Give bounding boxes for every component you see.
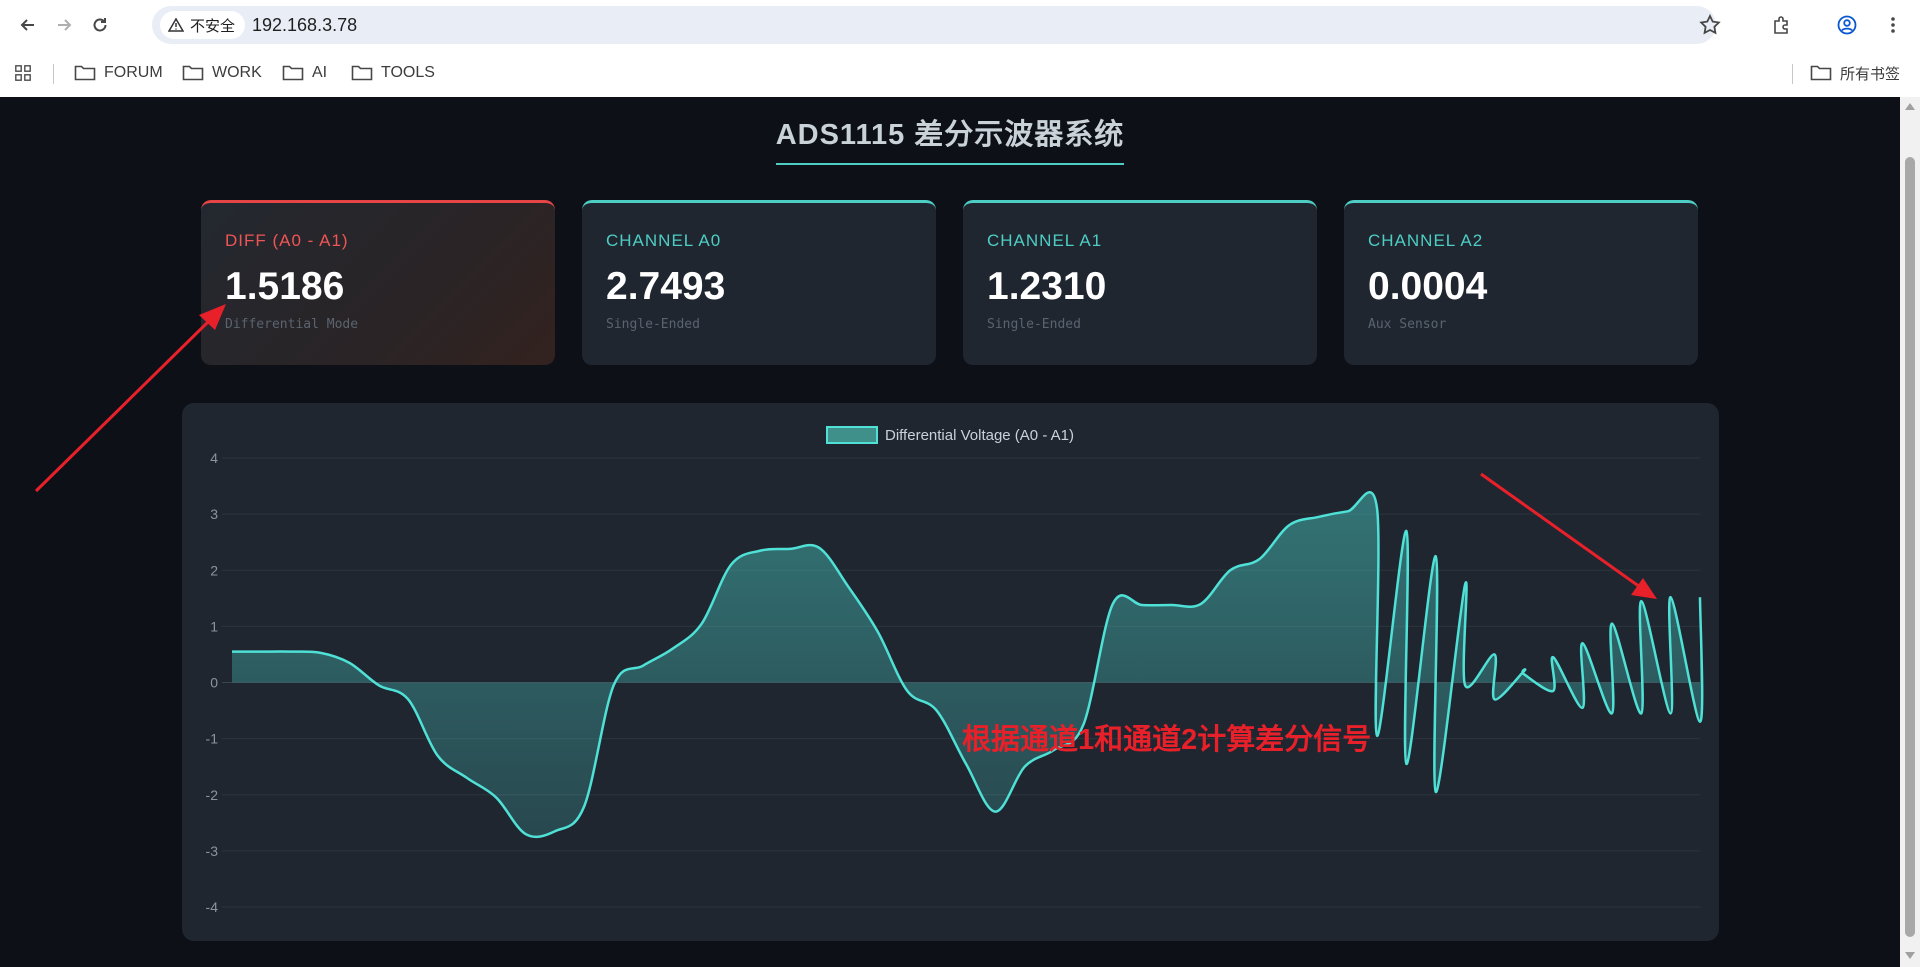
card-label: CHANNEL A0 [606, 231, 722, 250]
scroll-thumb[interactable] [1905, 157, 1915, 937]
more-vertical-icon [1891, 17, 1895, 33]
bookmark-folder-forum[interactable]: FORUM [74, 60, 163, 86]
bookmark-divider [1792, 64, 1793, 84]
legend-swatch [826, 426, 878, 444]
bookmarks-bar: FORUM WORK AI TOOLS 所有书签 [0, 52, 1920, 94]
card-subtitle: Differential Mode [225, 317, 359, 332]
security-label: 不安全 [190, 17, 236, 35]
bookmark-folder-ai[interactable]: AI [282, 60, 327, 86]
menu-button[interactable] [1878, 10, 1908, 40]
all-bookmarks-label: 所有书签 [1840, 65, 1901, 83]
browser-chrome: 不安全 192.168.3.78 FORUM WORK AI TOOLS 所有书… [0, 0, 1920, 97]
reload-button[interactable] [85, 10, 115, 40]
browser-toolbar: 不安全 192.168.3.78 [0, 0, 1920, 50]
y-tick-label: -4 [206, 899, 219, 915]
legend-label: Differential Voltage (A0 - A1) [885, 427, 1074, 444]
bookmark-folder-tools[interactable]: TOOLS [351, 60, 435, 86]
series-line [231, 491, 1704, 839]
card-label: CHANNEL A1 [987, 231, 1103, 250]
card-value: 1.2310 [987, 265, 1107, 308]
y-tick-label: -3 [206, 843, 219, 859]
y-tick-label: 2 [210, 562, 218, 578]
folder-icon [351, 65, 373, 81]
card-subtitle: Single-Ended [606, 317, 700, 332]
card-channel-a0: CHANNEL A0 2.7493 Single-Ended [582, 200, 936, 365]
annotation-text: 根据通道1和通道2计算差分信号 [962, 724, 1372, 756]
profile-icon [1837, 15, 1857, 35]
extensions-button[interactable] [1766, 10, 1796, 40]
folder-icon [74, 65, 96, 81]
y-tick-label: 0 [210, 675, 218, 691]
address-bar[interactable]: 不安全 192.168.3.78 [152, 6, 1721, 44]
apps-grid-icon [15, 65, 31, 81]
page-scrollbar[interactable] [1900, 97, 1920, 967]
back-button[interactable] [13, 10, 43, 40]
bookmark-divider [53, 64, 54, 84]
bookmark-label: AI [312, 64, 328, 81]
bookmark-label: WORK [212, 64, 262, 81]
arrow-left-icon [20, 19, 34, 31]
bookmark-label: TOOLS [381, 64, 435, 81]
folder-icon [182, 65, 204, 81]
folder-icon [282, 65, 304, 81]
page-title: ADS1115 差分示波器系统 [775, 111, 1125, 165]
bookmark-folder-work[interactable]: WORK [182, 60, 262, 86]
y-tick-label: 1 [210, 618, 218, 634]
card-subtitle: Aux Sensor [1368, 317, 1447, 332]
puzzle-icon [1774, 16, 1788, 34]
arrow-right-icon [58, 19, 72, 31]
y-tick-label: 4 [210, 450, 218, 466]
y-tick-label: 3 [210, 506, 218, 522]
apps-button[interactable] [12, 60, 34, 86]
page-content: ADS1115 差分示波器系统 DIFF (A0 - A1) 1.5186 Di… [0, 97, 1900, 967]
reload-icon [93, 18, 107, 32]
forward-button[interactable] [49, 10, 79, 40]
bookmark-label: FORUM [104, 64, 163, 81]
card-value: 0.0004 [1368, 265, 1488, 308]
scroll-down-icon[interactable] [1905, 952, 1915, 959]
security-indicator[interactable]: 不安全 [160, 11, 246, 39]
page-title-wrap: ADS1115 差分示波器系统 [0, 111, 1900, 165]
url-text[interactable]: 192.168.3.78 [252, 15, 357, 36]
card-value: 2.7493 [606, 265, 726, 308]
profile-button[interactable] [1832, 10, 1862, 40]
card-channel-a1: CHANNEL A1 1.2310 Single-Ended [963, 200, 1317, 365]
card-diff: DIFF (A0 - A1) 1.5186 Differential Mode [201, 200, 555, 365]
card-label: DIFF (A0 - A1) [225, 231, 349, 250]
warning-icon [168, 17, 184, 32]
series-area [232, 492, 1703, 837]
y-tick-label: -2 [206, 787, 219, 803]
card-subtitle: Single-Ended [987, 317, 1081, 332]
chart-panel: 4 3 2 1 0 -1 -2 -3 -4 Differential Voltage (A0 - … [182, 403, 1719, 941]
all-bookmarks-button[interactable]: 所有书签 [1810, 60, 1900, 86]
star-icon[interactable] [1698, 13, 1722, 37]
y-tick-label: -1 [206, 731, 219, 747]
scroll-up-icon[interactable] [1905, 103, 1915, 110]
card-label: CHANNEL A2 [1368, 231, 1484, 250]
card-value: 1.5186 [225, 265, 345, 308]
voltage-chart[interactable]: 4 3 2 1 0 -1 -2 -3 -4 Differential Voltage (A0 - … [182, 403, 1719, 941]
card-channel-a2: CHANNEL A2 0.0004 Aux Sensor [1344, 200, 1698, 365]
folder-icon [1810, 65, 1832, 81]
